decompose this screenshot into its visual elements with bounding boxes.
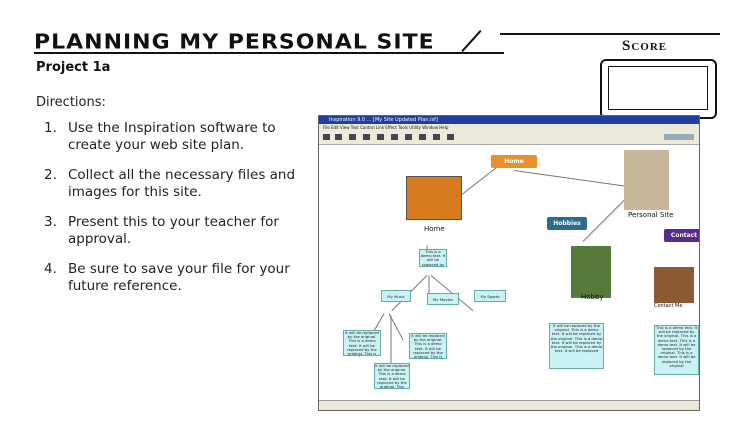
project-label: Project 1a — [36, 60, 111, 75]
steps-list: 1. Use the Inspiration software to create… — [44, 120, 304, 308]
my-music-note: My Music — [381, 290, 411, 302]
toolbar-icon — [405, 134, 412, 140]
hobbies-topic: Hobbies — [547, 217, 587, 230]
toolbar-icon — [391, 134, 398, 140]
toolbar-icon — [447, 134, 454, 140]
menu-bar: File Edit View Text Control Link Effect … — [319, 124, 699, 131]
title-underline — [34, 52, 504, 54]
contact-topic: Contact — [664, 229, 699, 242]
title-divider — [461, 30, 482, 53]
personal-site-label: Personal Site — [628, 211, 674, 219]
home-topic: Home — [491, 155, 537, 168]
toolbar-icon — [363, 134, 370, 140]
hobby-note: It will be replaced by the original. Thi… — [549, 323, 604, 369]
toolbar-icon — [433, 134, 440, 140]
home-label: Home — [424, 225, 445, 233]
replace-note-1: It will be replaced by the original. Thi… — [343, 330, 381, 356]
toolbar-icon — [664, 134, 694, 140]
list-item: 1. Use the Inspiration software to create… — [44, 120, 276, 153]
list-item: 4. Be sure to save your file for your fut… — [44, 261, 290, 294]
toolbar — [319, 131, 699, 145]
toolbar-icon — [323, 134, 330, 140]
toolbar-icon — [335, 134, 342, 140]
list-item: 3. Present this to your teacher for appro… — [44, 214, 279, 247]
toolbar-icon — [349, 134, 356, 140]
list-item: 2. Collect all the necessary files and im… — [44, 167, 296, 200]
contact-label: Contact Me — [654, 303, 683, 309]
my-sports-note: My Sports — [474, 290, 506, 302]
contact-image — [654, 267, 694, 303]
diagram-canvas: Home Hobbies Contact Home Personal Site … — [319, 145, 699, 400]
score-rule — [500, 33, 720, 35]
my-movies-note: My Movies — [427, 293, 459, 305]
replace-note-3: It will be replaced by the original. Thi… — [374, 363, 410, 389]
directions-label: Directions: — [36, 95, 106, 110]
page-title: PLANNING MY PERSONAL SITE — [34, 31, 435, 54]
demo-note: This is a demo text. It will be replaced… — [419, 249, 447, 267]
toolbar-icon — [419, 134, 426, 140]
window-title: Inspiration 9.0 ... [My Site Updated Pla… — [319, 116, 699, 124]
personal-site-image — [624, 150, 669, 210]
score-label: Score — [622, 38, 668, 54]
format-bar — [319, 400, 699, 410]
score-box — [608, 66, 708, 110]
toolbar-icon — [377, 134, 384, 140]
contact-note: This is a demo text. It will be replaced… — [654, 325, 699, 375]
home-page-image — [406, 176, 462, 220]
hobby-label: Hobby — [581, 293, 604, 301]
replace-note-2: It will be replaced by the original. Thi… — [409, 333, 447, 359]
inspiration-screenshot: Inspiration 9.0 ... [My Site Updated Pla… — [318, 115, 700, 411]
hobby-image — [571, 246, 611, 298]
